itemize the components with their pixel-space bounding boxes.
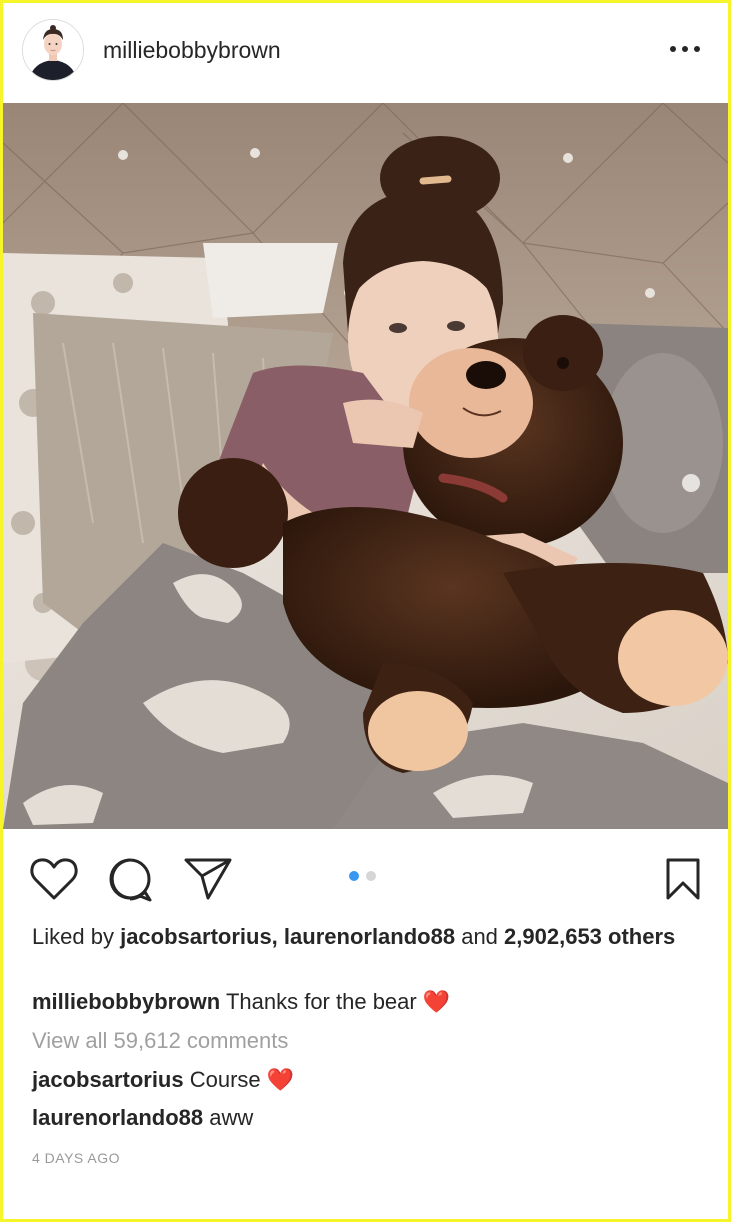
carousel-dot-active[interactable] xyxy=(349,871,359,881)
red-heart-emoji-icon: ❤️ xyxy=(422,989,451,1014)
avatar-image xyxy=(23,20,83,80)
likes-count[interactable]: 2,902,653 xyxy=(504,924,602,949)
comment-text: Course xyxy=(189,1067,261,1092)
red-heart-emoji-icon: ❤️ xyxy=(266,1067,295,1092)
comment-username[interactable]: jacobsartorius xyxy=(32,1067,184,1092)
comment-username[interactable]: laurenorlando88 xyxy=(32,1105,203,1130)
comment-item: jacobsartorius Course ❤️ xyxy=(32,1066,692,1093)
more-dot xyxy=(670,46,676,52)
send-paper-plane-icon[interactable] xyxy=(184,857,232,906)
comment-item: laurenorlando88 aww xyxy=(32,1104,692,1131)
view-all-comments-link[interactable]: View all 59,612 comments xyxy=(32,1027,692,1054)
instagram-post: milliebobbybrown Liked by jacobsartorius… xyxy=(3,3,728,1219)
comment-bubble-icon[interactable] xyxy=(107,857,153,908)
carousel-indicator xyxy=(349,871,376,881)
caption-text: Thanks for the bear xyxy=(225,989,417,1014)
likes-and: and xyxy=(461,924,498,949)
post-image[interactable] xyxy=(3,103,728,829)
post-username[interactable]: milliebobbybrown xyxy=(103,37,281,64)
post-header: milliebobbybrown xyxy=(3,3,728,103)
comment-text: aww xyxy=(209,1105,254,1130)
post-caption: milliebobbybrown Thanks for the bear ❤️ xyxy=(32,988,692,1015)
likes-others[interactable]: others xyxy=(608,924,675,949)
more-dot xyxy=(694,46,700,52)
liker-link[interactable]: jacobsartorius, xyxy=(120,924,278,949)
carousel-dot[interactable] xyxy=(366,871,376,881)
bookmark-icon[interactable] xyxy=(665,857,701,906)
avatar[interactable] xyxy=(22,19,84,81)
caption-username[interactable]: milliebobbybrown xyxy=(32,989,220,1014)
like-heart-icon[interactable] xyxy=(30,857,78,906)
post-timestamp: 4 DAYS AGO xyxy=(32,1150,120,1166)
post-actions-bar xyxy=(3,829,728,929)
more-options-icon[interactable] xyxy=(670,37,700,61)
likes-summary: Liked by jacobsartorius, laurenorlando88… xyxy=(32,923,692,950)
more-dot xyxy=(682,46,688,52)
likes-prefix: Liked by xyxy=(32,924,114,949)
liker-link[interactable]: laurenorlando88 xyxy=(284,924,455,949)
post-photo-illustration xyxy=(3,103,728,829)
